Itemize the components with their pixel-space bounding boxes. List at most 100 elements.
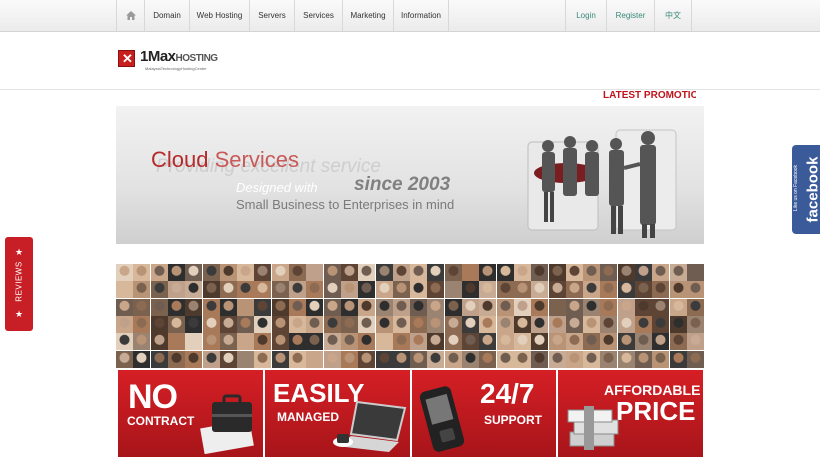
feature-affordable-price[interactable]: AFFORDABLE PRICE	[558, 370, 703, 457]
language-link[interactable]: 中文	[654, 0, 692, 31]
customer-photo	[237, 350, 255, 368]
customer-photo	[410, 333, 428, 351]
feature-price-text: PRICE	[616, 396, 696, 426]
home-button[interactable]	[116, 0, 144, 31]
customer-photo	[686, 315, 704, 333]
customer-photo	[167, 315, 185, 333]
customer-photo	[306, 315, 324, 333]
feature-support[interactable]: 24/7 SUPPORT	[412, 370, 556, 457]
customer-photo	[686, 350, 704, 368]
facebook-like-tab[interactable]: Like us on Facebook facebook	[792, 145, 820, 234]
feature-247-text: 24/7	[480, 378, 535, 409]
feature-no-contract[interactable]: NO CONTRACT	[118, 370, 263, 457]
business-people-illustration	[527, 129, 677, 238]
customer-photo	[669, 281, 687, 299]
customer-photo	[548, 315, 566, 333]
customer-photo	[219, 298, 237, 316]
briefcase-icon	[200, 394, 254, 454]
nav-web-hosting[interactable]: Web Hosting	[189, 0, 249, 31]
customer-photo	[289, 333, 306, 351]
customer-photo	[444, 281, 462, 299]
customer-photo	[219, 315, 237, 333]
customer-photo	[323, 333, 341, 351]
register-link[interactable]: Register	[606, 0, 654, 31]
customer-photo	[254, 298, 272, 316]
customer-photo	[358, 281, 376, 299]
logo-tagline: MalaysiaTechnologyHostingCenter	[145, 66, 207, 71]
nav-marketing[interactable]: Marketing	[342, 0, 393, 31]
customer-photo	[600, 315, 618, 333]
hero-banner[interactable]: Providing excellent service Cloud Servic…	[116, 106, 704, 244]
customer-photo	[375, 264, 393, 281]
feature-easily-managed[interactable]: EASILY MANAGED	[265, 370, 410, 457]
customer-photo	[531, 315, 549, 333]
customer-photo	[600, 281, 618, 299]
customer-photo	[652, 298, 670, 316]
customer-photo	[410, 315, 428, 333]
customer-photo	[254, 350, 272, 368]
customer-photo	[306, 281, 324, 299]
customer-photo	[375, 350, 393, 368]
logo-max: Max	[147, 48, 176, 65]
customer-photo	[635, 281, 652, 299]
customer-photo	[289, 315, 306, 333]
customer-photo	[444, 298, 462, 316]
customer-photo	[150, 298, 168, 316]
customer-photo	[202, 333, 220, 351]
customer-photo	[150, 264, 168, 281]
customer-photo	[202, 281, 220, 299]
nav-services[interactable]: Services	[294, 0, 342, 31]
customer-photo	[479, 315, 497, 333]
customer-photo	[392, 264, 410, 281]
customer-photo	[116, 281, 133, 299]
customer-photo	[513, 298, 531, 316]
nav-servers[interactable]: Servers	[249, 0, 294, 31]
customer-photo	[686, 298, 704, 316]
customer-photo	[600, 264, 618, 281]
customer-photo	[237, 333, 255, 351]
customer-photo	[531, 264, 549, 281]
customer-photo	[531, 281, 549, 299]
site-logo[interactable]: ✕ 1MaxHOSTING MalaysiaTechnologyHostingC…	[118, 48, 238, 76]
customer-photo	[496, 350, 514, 368]
customer-photo	[340, 281, 358, 299]
customer-photo	[444, 350, 462, 368]
nav-information[interactable]: Information	[393, 0, 449, 31]
customer-photo	[323, 281, 341, 299]
logo-number: 1	[140, 48, 148, 65]
customer-photo	[167, 298, 185, 316]
customer-photo	[496, 315, 514, 333]
customer-photo	[669, 264, 687, 281]
customer-photo	[617, 315, 635, 333]
customer-photo	[237, 298, 255, 316]
customer-photo	[686, 281, 704, 299]
feature-support-text: SUPPORT	[484, 413, 543, 427]
customer-photo	[219, 350, 237, 368]
customer-photo	[116, 350, 133, 368]
customer-photo	[202, 350, 220, 368]
customer-photo	[410, 281, 428, 299]
banner-designed-with: Designed with	[236, 180, 318, 195]
customer-photo	[289, 281, 306, 299]
top-navigation: Domain Web Hosting Servers Services Mark…	[0, 0, 820, 32]
customer-photo	[375, 281, 393, 299]
customer-photo	[306, 333, 324, 351]
latest-promotion-label[interactable]: LATEST PROMOTIO	[603, 89, 696, 102]
customer-photo	[167, 281, 185, 299]
customer-photo	[548, 281, 566, 299]
customer-photo	[219, 281, 237, 299]
customer-photo	[496, 298, 514, 316]
customer-photo	[617, 264, 635, 281]
customer-photo	[462, 281, 479, 299]
logo-wordmark: 1MaxHOSTING	[140, 48, 218, 65]
customer-photo	[427, 281, 445, 299]
reviews-tab[interactable]: ★ REVIEWS ★	[5, 237, 33, 331]
customer-photo	[669, 298, 687, 316]
customer-photo	[513, 350, 531, 368]
customer-photo	[392, 350, 410, 368]
nav-domain[interactable]: Domain	[144, 0, 189, 31]
login-link[interactable]: Login	[565, 0, 606, 31]
customer-photo	[462, 350, 479, 368]
customer-photo	[392, 315, 410, 333]
facebook-tab-caption: Like us on Facebook	[793, 164, 799, 212]
